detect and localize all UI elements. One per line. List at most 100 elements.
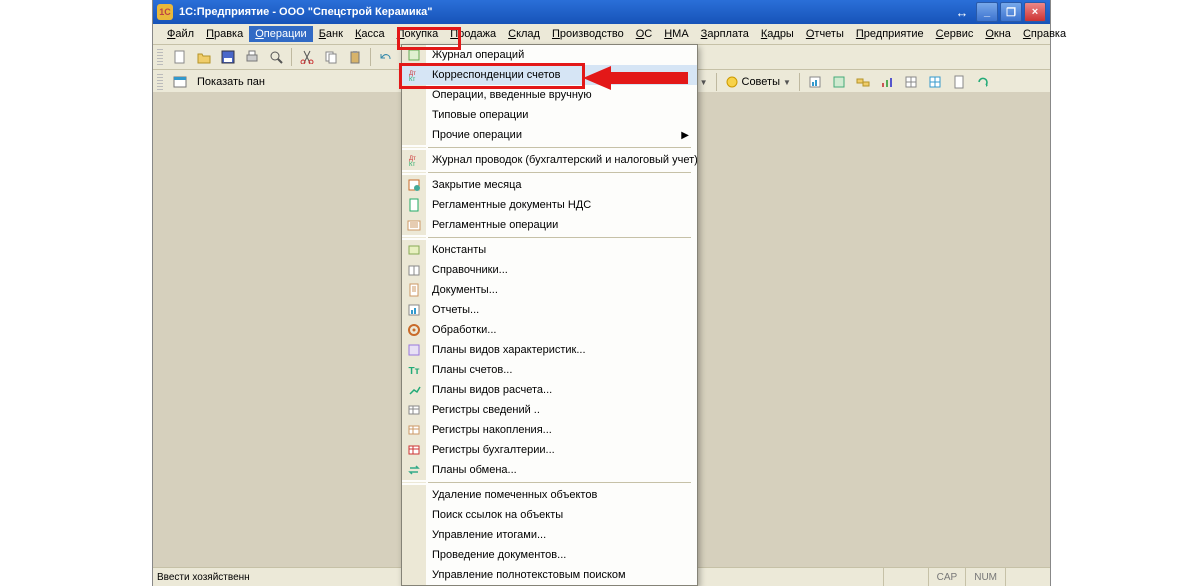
menu-item-label: Регистры накопления... bbox=[426, 424, 691, 436]
window-title: 1С:Предприятие - ООО "Спецстрой Керамика… bbox=[179, 6, 952, 18]
menu-item-label: Регламентные операции bbox=[426, 219, 691, 231]
reg3-icon bbox=[402, 440, 426, 460]
grid2-button[interactable] bbox=[924, 71, 946, 93]
blank-icon bbox=[402, 85, 426, 105]
cut-button[interactable] bbox=[296, 46, 318, 68]
menu-item-label: Регистры сведений .. bbox=[426, 404, 691, 416]
sched-icon bbox=[402, 215, 426, 235]
menu-item-label: Проведение документов... bbox=[426, 549, 691, 561]
menu-item-label: Удаление помеченных объектов bbox=[426, 489, 691, 501]
maximize-button[interactable]: ❐ bbox=[1000, 2, 1022, 22]
plan-s-icon: Тт bbox=[402, 360, 426, 380]
menu-item[interactable]: Планы видов расчета... bbox=[402, 380, 697, 400]
menu-производство[interactable]: Производство bbox=[546, 26, 630, 42]
menu-склад[interactable]: Склад bbox=[502, 26, 546, 42]
menu-item[interactable]: Отчеты... bbox=[402, 300, 697, 320]
menu-item-label: Поиск ссылок на объекты bbox=[426, 509, 691, 521]
menu-кадры[interactable]: Кадры bbox=[755, 26, 800, 42]
refresh-button[interactable] bbox=[972, 71, 994, 93]
menu-item-label: Управление итогами... bbox=[426, 529, 691, 541]
menu-файл[interactable]: Файл bbox=[161, 26, 200, 42]
menu-предприятие[interactable]: Предприятие bbox=[850, 26, 930, 42]
menu-продажа[interactable]: Продажа bbox=[444, 26, 502, 42]
toolbar-separator bbox=[799, 73, 800, 91]
plan-v-icon bbox=[402, 340, 426, 360]
menu-справка[interactable]: Справка bbox=[1017, 26, 1072, 42]
menu-окна[interactable]: Окна bbox=[979, 26, 1017, 42]
menu-сервис[interactable]: Сервис bbox=[930, 26, 980, 42]
menu-банк[interactable]: Банк bbox=[313, 26, 349, 42]
menu-item[interactable]: Планы видов характеристик... bbox=[402, 340, 697, 360]
chart-button[interactable] bbox=[876, 71, 898, 93]
menu-item[interactable]: Удаление помеченных объектов bbox=[402, 485, 697, 505]
menu-item[interactable]: Типовые операции bbox=[402, 105, 697, 125]
menu-item[interactable]: Закрытие месяца bbox=[402, 175, 697, 195]
menu-item-label: Документы... bbox=[426, 284, 691, 296]
menu-item[interactable]: Регламентные документы НДС bbox=[402, 195, 697, 215]
folder-tree-button[interactable] bbox=[852, 71, 874, 93]
menubar: ФайлПравкаОперацииБанкКассаПокупкаПродаж… bbox=[153, 24, 1050, 45]
reg1-icon bbox=[402, 400, 426, 420]
grid1-button[interactable] bbox=[900, 71, 922, 93]
ledger-button[interactable] bbox=[828, 71, 850, 93]
copy-button[interactable] bbox=[320, 46, 342, 68]
proc-icon bbox=[402, 320, 426, 340]
toolbar-grip-icon bbox=[157, 74, 163, 90]
svg-text:Кт: Кт bbox=[409, 77, 415, 82]
menu-separator bbox=[402, 147, 697, 148]
menu-операции[interactable]: Операции bbox=[249, 26, 312, 42]
preview-button[interactable] bbox=[265, 46, 287, 68]
menu-item[interactable]: Управление итогами... bbox=[402, 525, 697, 545]
const-icon bbox=[402, 240, 426, 260]
page-button[interactable] bbox=[948, 71, 970, 93]
menu-item[interactable]: Регистры сведений .. bbox=[402, 400, 697, 420]
menu-item-label: Прочие операции bbox=[426, 129, 681, 141]
menu-item-label: Журнал проводок (бухгалтерский и налогов… bbox=[426, 154, 698, 166]
menu-item[interactable]: Регламентные операции bbox=[402, 215, 697, 235]
menu-item[interactable]: Константы bbox=[402, 240, 697, 260]
menu-separator bbox=[402, 237, 697, 238]
menu-item[interactable]: Планы обмена... bbox=[402, 460, 697, 480]
status-grip-icon bbox=[1005, 568, 1050, 586]
menu-item[interactable]: Поиск ссылок на объекты bbox=[402, 505, 697, 525]
menu-item[interactable]: Прочие операции▶ bbox=[402, 125, 697, 145]
close-button[interactable]: × bbox=[1024, 2, 1046, 22]
paste-button[interactable] bbox=[344, 46, 366, 68]
menu-item-label: Регистры бухгалтерии... bbox=[426, 444, 691, 456]
svg-text:Тт: Тт bbox=[408, 366, 419, 377]
undo-button[interactable] bbox=[375, 46, 397, 68]
menu-ос[interactable]: ОС bbox=[630, 26, 659, 42]
menu-item[interactable]: Проведение документов... bbox=[402, 545, 697, 565]
report-button[interactable] bbox=[804, 71, 826, 93]
menu-item-label: Планы обмена... bbox=[426, 464, 691, 476]
menu-покупка[interactable]: Покупка bbox=[391, 26, 445, 42]
show-panel-icon[interactable] bbox=[169, 71, 191, 93]
menu-item[interactable]: ТтПланы счетов... bbox=[402, 360, 697, 380]
menu-item[interactable]: Журнал операций bbox=[402, 45, 697, 65]
save-button[interactable] bbox=[217, 46, 239, 68]
menu-нма[interactable]: НМА bbox=[658, 26, 694, 42]
new-doc-button[interactable] bbox=[169, 46, 191, 68]
menu-касса[interactable]: Касса bbox=[349, 26, 391, 42]
toolbar-separator bbox=[291, 48, 292, 66]
menu-отчеты[interactable]: Отчеты bbox=[800, 26, 850, 42]
menu-зарплата[interactable]: Зарплата bbox=[695, 26, 755, 42]
doc-green-icon bbox=[402, 195, 426, 215]
menu-item[interactable]: Регистры бухгалтерии... bbox=[402, 440, 697, 460]
menu-item[interactable]: Обработки... bbox=[402, 320, 697, 340]
printer-button[interactable] bbox=[241, 46, 263, 68]
menu-item-label: Планы видов характеристик... bbox=[426, 344, 691, 356]
menu-item[interactable]: Документы... bbox=[402, 280, 697, 300]
menu-item[interactable]: Справочники... bbox=[402, 260, 697, 280]
tips-button[interactable]: Советы▼ bbox=[721, 75, 795, 89]
minimize-button[interactable]: _ bbox=[976, 2, 998, 22]
blank-icon bbox=[402, 525, 426, 545]
exchange-icon bbox=[402, 460, 426, 480]
expand-icon[interactable]: ↔ bbox=[952, 3, 972, 21]
open-folder-button[interactable] bbox=[193, 46, 215, 68]
menu-item[interactable]: Управление полнотекстовым поиском bbox=[402, 565, 697, 585]
menu-item[interactable]: Регистры накопления... bbox=[402, 420, 697, 440]
show-panel-label[interactable]: Показать пан bbox=[193, 76, 269, 88]
menu-item[interactable]: ДтКтЖурнал проводок (бухгалтерский и нал… bbox=[402, 150, 697, 170]
menu-правка[interactable]: Правка bbox=[200, 26, 249, 42]
